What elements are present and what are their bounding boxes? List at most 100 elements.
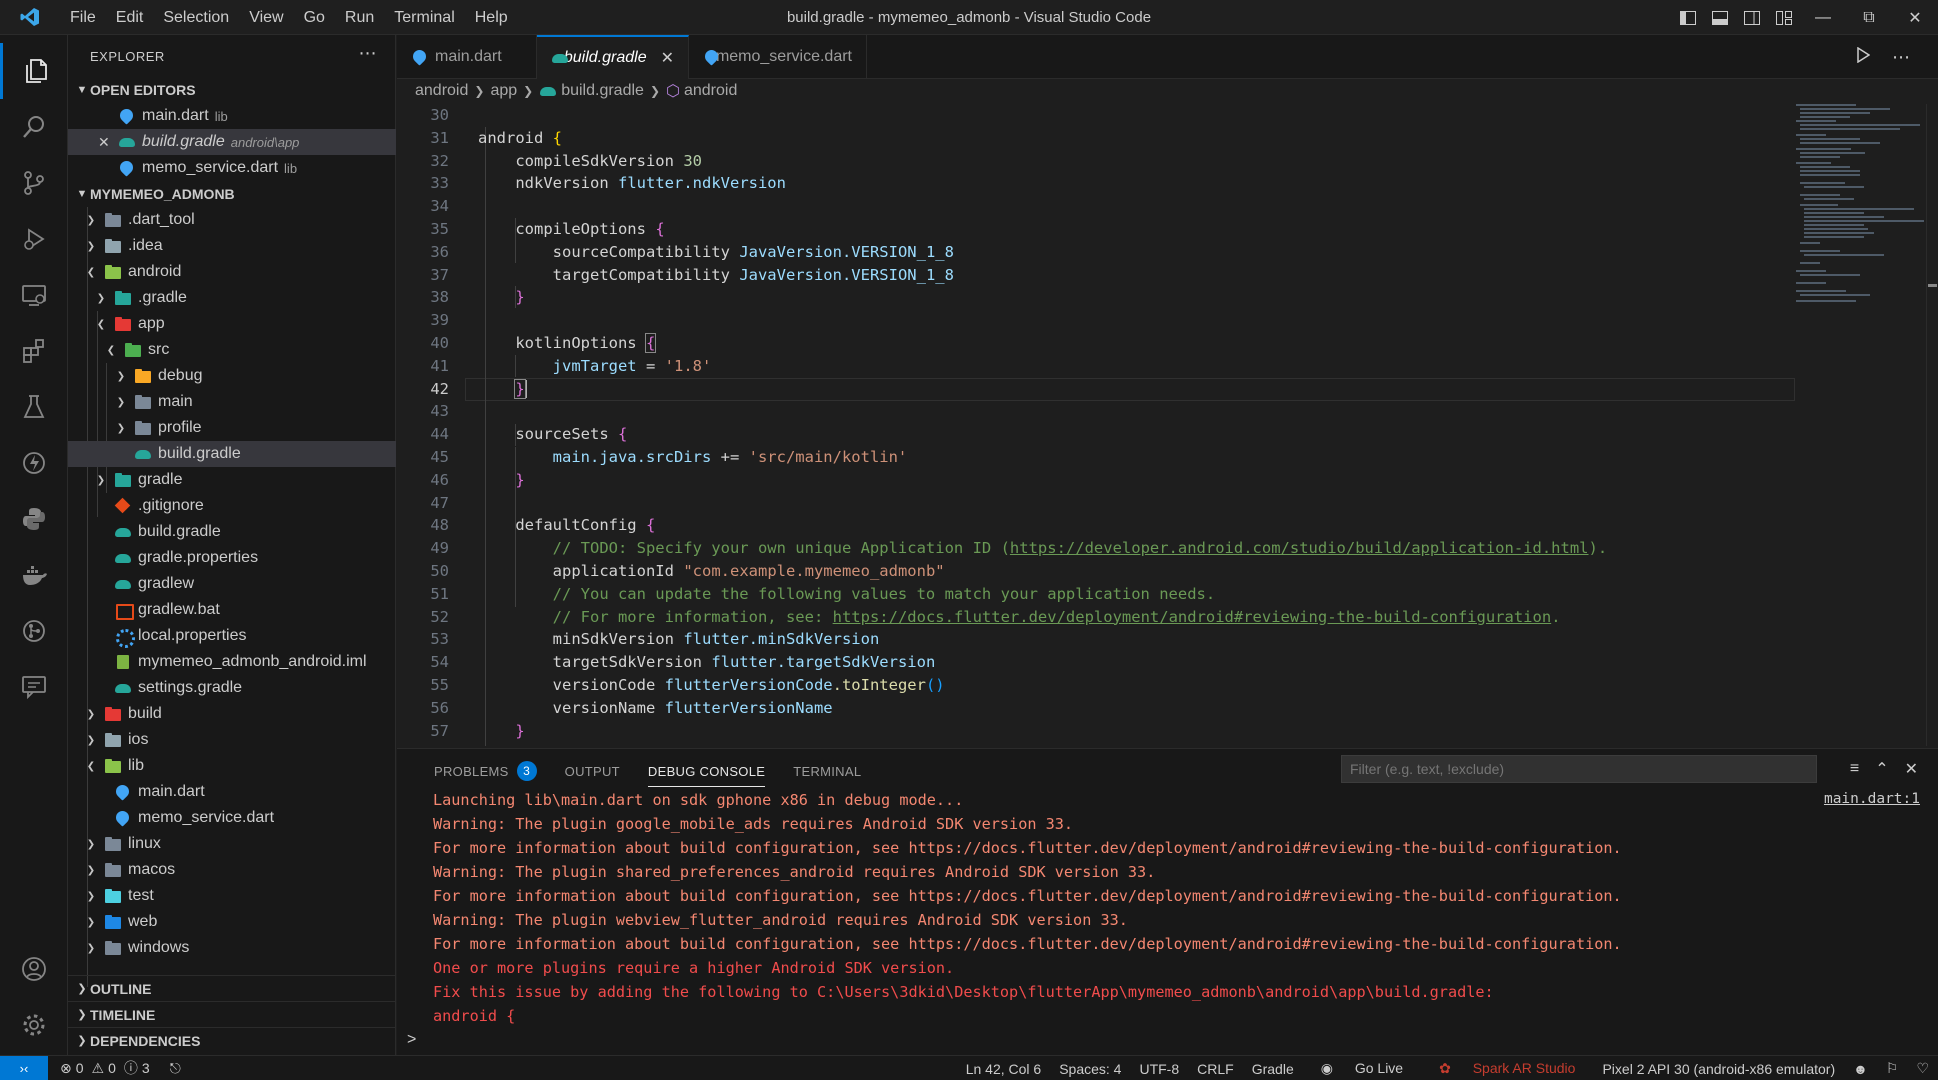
tree-item-app-build-gradle[interactable]: build.gradle [68, 441, 396, 467]
remote-explorer-icon[interactable] [0, 267, 68, 323]
debug-console-output[interactable]: Launching lib\main.dart on sdk gphone x8… [433, 788, 1853, 1028]
explorer-icon[interactable] [0, 43, 68, 99]
breadcrumb-item[interactable]: android [684, 82, 737, 100]
encoding[interactable]: UTF-8 [1130, 1061, 1188, 1077]
python-icon[interactable] [0, 491, 68, 547]
extensions-icon[interactable] [0, 323, 68, 379]
tree-item-dart-tool[interactable]: ❯ .dart_tool [68, 207, 396, 233]
comments-icon[interactable] [0, 659, 68, 715]
tree-item-android[interactable]: ❮ android [68, 259, 396, 285]
project-header[interactable]: ▼ MYMEMEO_ADMONB [68, 181, 396, 207]
restore-icon[interactable]: ⧉ [1846, 0, 1892, 35]
source-control-icon[interactable] [0, 155, 68, 211]
tree-item-macos[interactable]: ❯ macos [68, 857, 396, 883]
minimize-icon[interactable]: — [1800, 0, 1846, 35]
tree-item-gradle[interactable]: ❯ gradle [68, 467, 396, 493]
menu-help[interactable]: Help [465, 0, 518, 35]
outline-header[interactable]: ❯ OUTLINE [68, 975, 396, 1001]
customize-layout-icon[interactable] [1768, 0, 1800, 35]
tree-item-android-build-gradle[interactable]: build.gradle [68, 519, 396, 545]
tab-debug-console[interactable]: DEBUG CONSOLE [634, 749, 779, 793]
vscode-logo-icon[interactable] [0, 0, 60, 35]
tab-memo-service[interactable]: memo_service.dart [689, 35, 867, 79]
tab-problems[interactable]: PROBLEMS 3 [420, 749, 551, 793]
menu-view[interactable]: View [239, 0, 293, 35]
tree-item-memo-service[interactable]: memo_service.dart [68, 805, 396, 831]
tree-item-build[interactable]: ❯ build [68, 701, 396, 727]
tab-output[interactable]: OUTPUT [551, 749, 634, 793]
console-filter-input[interactable] [1341, 755, 1817, 783]
minimap[interactable] [1796, 104, 1926, 746]
tree-item-debug[interactable]: ❯ debug [68, 363, 396, 389]
tree-item-linux[interactable]: ❯ linux [68, 831, 396, 857]
flutter-device[interactable]: Pixel 2 API 30 (android-x86 emulator) [1593, 1061, 1844, 1077]
tree-item-src[interactable]: ❮ src [68, 337, 396, 363]
debug-status-icon[interactable]: ⎋ [170, 1060, 181, 1077]
testing-icon[interactable] [0, 379, 68, 435]
close-editor-icon[interactable]: ✕ [98, 134, 118, 151]
copilot-icon[interactable]: ☻ [1844, 1061, 1877, 1077]
editor-scrollbar[interactable] [1926, 104, 1938, 746]
clear-console-icon[interactable]: ≡ [1850, 760, 1859, 778]
search-icon[interactable] [0, 99, 68, 155]
source-link[interactable]: main.dart:1 [1824, 791, 1920, 807]
tree-item-settings-gradle[interactable]: settings.gradle [68, 675, 396, 701]
menu-selection[interactable]: Selection [153, 0, 239, 35]
toggle-primary-sidebar-icon[interactable] [1672, 0, 1704, 35]
tab-main-dart[interactable]: main.dart [397, 35, 537, 79]
breadcrumb-item[interactable]: app [490, 82, 517, 100]
tree-item-android-iml[interactable]: mymemeo_admonb_android.iml [68, 649, 396, 675]
tree-item-gradle-properties[interactable]: gradle.properties [68, 545, 396, 571]
menu-go[interactable]: Go [294, 0, 335, 35]
menu-edit[interactable]: Edit [106, 0, 154, 35]
tree-item-gradlew-bat[interactable]: gradlew.bat [68, 597, 396, 623]
breadcrumb-item[interactable]: android [415, 82, 468, 100]
timeline-header[interactable]: ❯ TIMELINE [68, 1001, 396, 1027]
more-actions-icon[interactable]: ⋯ [1892, 47, 1910, 68]
tree-item-gitignore[interactable]: .gitignore [68, 493, 396, 519]
run-icon[interactable] [1856, 46, 1871, 68]
language-mode[interactable]: Gradle [1243, 1061, 1303, 1077]
docker-icon[interactable] [0, 547, 68, 603]
close-panel-icon[interactable]: ✕ [1905, 759, 1918, 779]
run-debug-icon[interactable] [0, 211, 68, 267]
toggle-panel-icon[interactable] [1704, 0, 1736, 35]
toggle-secondary-sidebar-icon[interactable] [1736, 0, 1768, 35]
flutter-devtools-icon[interactable] [0, 435, 68, 491]
tree-item-profile[interactable]: ❯ profile [68, 415, 396, 441]
console-prompt[interactable]: > [407, 1031, 416, 1049]
gitlens-icon[interactable] [0, 603, 68, 659]
open-editor-main-dart[interactable]: main.dart lib [68, 103, 396, 129]
line-ending[interactable]: CRLF [1188, 1061, 1243, 1077]
spark-ar-button[interactable]: ✿ Spark AR Studio [1421, 1060, 1593, 1077]
tree-item-gradlew[interactable]: gradlew [68, 571, 396, 597]
dependencies-header[interactable]: ❯ DEPENDENCIES [68, 1027, 396, 1053]
go-live-button[interactable]: ◉ Go Live [1303, 1060, 1421, 1077]
tree-item-windows[interactable]: ❯ windows [68, 935, 396, 961]
cursor-position[interactable]: Ln 42, Col 6 [957, 1061, 1051, 1077]
menu-file[interactable]: File [60, 0, 106, 35]
tree-item-lib-main-dart[interactable]: main.dart [68, 779, 396, 805]
close-tab-icon[interactable]: ✕ [661, 48, 674, 68]
tree-item-test[interactable]: ❯ test [68, 883, 396, 909]
notifications-bell-icon[interactable]: ♡ [1907, 1060, 1938, 1077]
tree-item-local-properties[interactable]: local.properties [68, 623, 396, 649]
tree-item-ios[interactable]: ❯ ios [68, 727, 396, 753]
remote-indicator-icon[interactable]: ›‹ [0, 1055, 48, 1080]
menu-run[interactable]: Run [335, 0, 384, 35]
tab-terminal[interactable]: TERMINAL [779, 749, 875, 793]
tree-item-lib[interactable]: ❮ lib [68, 753, 396, 779]
open-editors-header[interactable]: ▼ OPEN EDITORS [68, 77, 396, 103]
code-editor[interactable]: 30 31 32 33 34 35 36 37 38 39 40 41 42 4… [397, 104, 1797, 746]
manage-gear-icon[interactable] [0, 997, 68, 1053]
menu-terminal[interactable]: Terminal [384, 0, 464, 35]
open-editor-build-gradle[interactable]: ✕ build.gradle android\app [68, 129, 396, 155]
tree-item-main[interactable]: ❯ main [68, 389, 396, 415]
close-window-icon[interactable]: ✕ [1892, 0, 1938, 35]
breadcrumb-item[interactable]: build.gradle [561, 82, 644, 100]
accounts-icon[interactable] [0, 941, 68, 997]
tree-item-web[interactable]: ❯ web [68, 909, 396, 935]
maximize-panel-icon[interactable]: ⌃ [1875, 759, 1888, 779]
tree-item-idea[interactable]: ❯ .idea [68, 233, 396, 259]
indentation[interactable]: Spaces: 4 [1050, 1061, 1130, 1077]
